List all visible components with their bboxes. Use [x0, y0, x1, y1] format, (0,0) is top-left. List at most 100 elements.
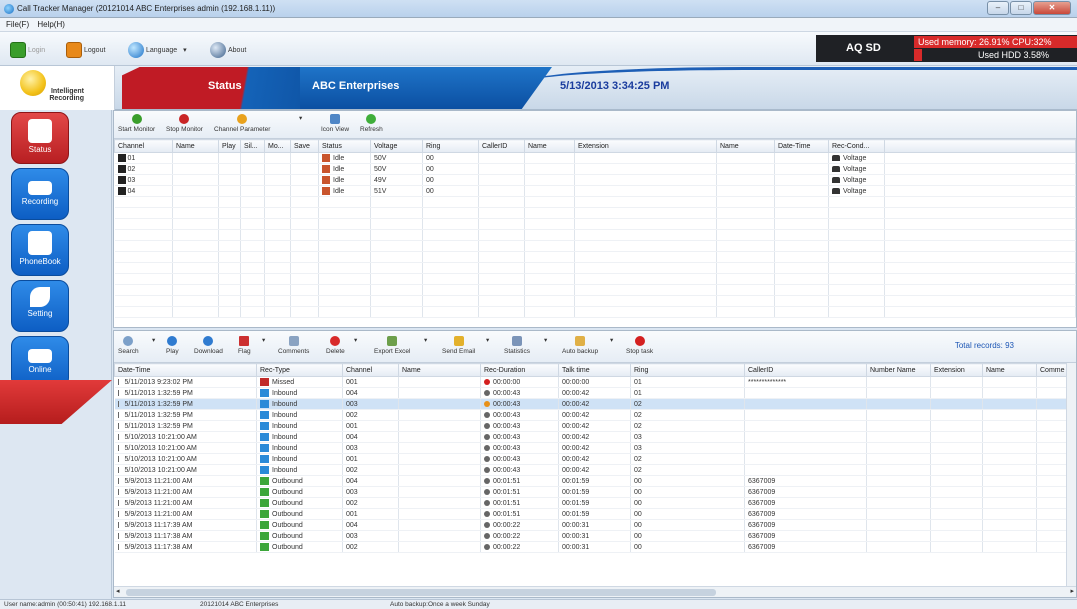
minimize-button[interactable]: – — [987, 1, 1009, 15]
scroll-thumb[interactable] — [126, 589, 716, 596]
column-header[interactable]: Date-Time — [114, 363, 257, 377]
export-excel-button[interactable]: Export Excel — [374, 336, 411, 355]
auto-backup-button[interactable]: Auto backup — [562, 336, 598, 355]
record-row[interactable]: 5/11/2013 9:23:02 PM Missed 001 00:00:00 00:… — [114, 376, 1066, 388]
play-button[interactable]: Play — [166, 336, 179, 355]
flag-button[interactable]: Flag — [238, 336, 251, 355]
channel-row[interactable]: 02 Idle 50V 00 Voltage — [114, 163, 1076, 175]
column-header[interactable]: Ring — [630, 363, 745, 377]
record-row[interactable]: 5/10/2013 10:21:00 AM Inbound 001 00:00:43 0… — [114, 453, 1066, 465]
download-button[interactable]: Download — [194, 336, 223, 355]
channel-row[interactable]: 04 Idle 51V 00 Voltage — [114, 185, 1076, 197]
delete-dropdown-icon[interactable]: ▾ — [354, 336, 357, 344]
about-button[interactable]: About — [210, 40, 246, 60]
column-header[interactable]: Rec-Type — [256, 363, 343, 377]
search-button[interactable]: Search — [118, 336, 139, 355]
record-row[interactable]: 5/9/2013 11:17:38 AM Outbound 002 00:00:22 0… — [114, 541, 1066, 553]
column-header[interactable]: Date-Time — [774, 139, 829, 153]
close-button[interactable]: ✕ — [1033, 1, 1071, 15]
column-header[interactable]: CallerID — [478, 139, 525, 153]
scroll-left-icon[interactable]: ◂ — [116, 587, 120, 595]
stop-monitor-button[interactable]: Stop Monitor — [166, 114, 203, 133]
start-monitor-button[interactable]: Start Monitor — [118, 114, 155, 133]
column-header[interactable]: Rec-Cond... — [828, 139, 885, 153]
statistics-button[interactable]: Statistics — [504, 336, 530, 355]
flag-icon[interactable] — [117, 466, 123, 473]
nav-status[interactable]: Status — [11, 112, 69, 164]
statistics-dropdown-icon[interactable]: ▾ — [544, 336, 547, 344]
flag-icon[interactable] — [117, 499, 123, 506]
nav-phonebook[interactable]: PhoneBook — [11, 224, 69, 276]
column-header[interactable]: Save — [290, 139, 319, 153]
flag-icon[interactable] — [117, 477, 123, 484]
column-header[interactable]: Ring — [422, 139, 479, 153]
flag-icon[interactable] — [117, 488, 123, 495]
icon-view-button[interactable]: Icon View — [321, 114, 349, 133]
column-header[interactable]: Name — [716, 139, 775, 153]
flag-icon[interactable] — [117, 521, 123, 528]
record-row[interactable]: 5/10/2013 10:21:00 AM Inbound 002 00:00:43 0… — [114, 464, 1066, 476]
flag-icon[interactable] — [117, 389, 123, 396]
logout-button[interactable]: Logout — [66, 40, 105, 60]
column-header[interactable]: Channel — [114, 139, 173, 153]
column-header[interactable]: Name — [524, 139, 575, 153]
email-dropdown-icon[interactable]: ▾ — [486, 336, 489, 344]
record-row[interactable]: 5/9/2013 11:17:38 AM Outbound 003 00:00:22 0… — [114, 530, 1066, 542]
flag-icon[interactable] — [117, 422, 123, 429]
column-header[interactable]: Talk time — [558, 363, 631, 377]
refresh-button[interactable]: Refresh — [360, 114, 383, 133]
record-row[interactable]: 5/9/2013 11:21:00 AM Outbound 004 00:01:51 0… — [114, 475, 1066, 487]
record-row[interactable]: 5/11/2013 1:32:59 PM Inbound 003 00:00:43 00… — [114, 398, 1066, 410]
nav-setting[interactable]: Setting — [11, 280, 69, 332]
column-header[interactable]: Sil... — [240, 139, 265, 153]
flag-icon[interactable] — [117, 411, 123, 418]
nav-recording[interactable]: Recording — [11, 168, 69, 220]
column-header[interactable]: Name — [982, 363, 1037, 377]
delete-button[interactable]: Delete — [326, 336, 345, 355]
column-header[interactable]: CallerID — [744, 363, 867, 377]
search-dropdown-icon[interactable]: ▾ — [152, 336, 155, 344]
chevron-down-icon[interactable]: ▾ — [299, 114, 302, 122]
column-header[interactable]: Channel — [342, 363, 399, 377]
column-header[interactable]: Name — [172, 139, 219, 153]
flag-dropdown-icon[interactable]: ▾ — [262, 336, 265, 344]
stop-task-button[interactable]: Stop task — [626, 336, 653, 355]
export-dropdown-icon[interactable]: ▾ — [424, 336, 427, 344]
record-row[interactable]: 5/11/2013 1:32:59 PM Inbound 002 00:00:43 00… — [114, 409, 1066, 421]
menu-help[interactable]: Help(H) — [31, 18, 65, 29]
flag-icon[interactable] — [117, 543, 123, 550]
maximize-button[interactable]: □ — [1010, 1, 1032, 15]
column-header[interactable]: Extension — [574, 139, 717, 153]
record-row[interactable]: 5/10/2013 10:21:00 AM Inbound 004 00:00:43 0… — [114, 431, 1066, 443]
language-button[interactable]: Language ▾ — [128, 40, 187, 60]
backup-dropdown-icon[interactable]: ▾ — [610, 336, 613, 344]
record-row[interactable]: 5/9/2013 11:21:00 AM Outbound 001 00:01:51 0… — [114, 508, 1066, 520]
flag-icon[interactable] — [117, 433, 123, 440]
records-horizontal-scrollbar[interactable]: ◂ ▸ — [114, 586, 1076, 597]
send-email-button[interactable]: Send Email — [442, 336, 475, 355]
column-header[interactable]: Play — [218, 139, 241, 153]
record-row[interactable]: 5/9/2013 11:21:00 AM Outbound 002 00:01:51 0… — [114, 497, 1066, 509]
flag-icon[interactable] — [117, 400, 123, 407]
record-row[interactable]: 5/11/2013 1:32:59 PM Inbound 001 00:00:43 00… — [114, 420, 1066, 432]
record-row[interactable]: 5/9/2013 11:21:00 AM Outbound 003 00:01:51 0… — [114, 486, 1066, 498]
flag-icon[interactable] — [117, 378, 123, 385]
column-header[interactable]: Extension — [930, 363, 983, 377]
column-header[interactable]: Comme — [1036, 363, 1066, 377]
channel-row[interactable]: 01 Idle 50V 00 Voltage — [114, 152, 1076, 164]
column-header[interactable]: Voltage — [370, 139, 423, 153]
column-header[interactable]: Status — [318, 139, 371, 153]
column-header[interactable]: Mo... — [264, 139, 291, 153]
flag-icon[interactable] — [117, 444, 123, 451]
column-header[interactable]: Rec-Duration — [480, 363, 559, 377]
records-vertical-scrollbar[interactable] — [1066, 363, 1076, 588]
comments-button[interactable]: Comments — [278, 336, 309, 355]
menu-file[interactable]: File(F) — [0, 18, 29, 29]
record-row[interactable]: 5/11/2013 1:32:59 PM Inbound 004 00:00:43 00… — [114, 387, 1066, 399]
column-header[interactable]: Number Name — [866, 363, 931, 377]
scroll-right-icon[interactable]: ▸ — [1070, 587, 1074, 595]
record-row[interactable]: 5/9/2013 11:17:39 AM Outbound 004 00:00:22 0… — [114, 519, 1066, 531]
channel-row[interactable]: 03 Idle 49V 00 Voltage — [114, 174, 1076, 186]
flag-icon[interactable] — [117, 532, 123, 539]
record-row[interactable]: 5/10/2013 10:21:00 AM Inbound 003 00:00:43 0… — [114, 442, 1066, 454]
